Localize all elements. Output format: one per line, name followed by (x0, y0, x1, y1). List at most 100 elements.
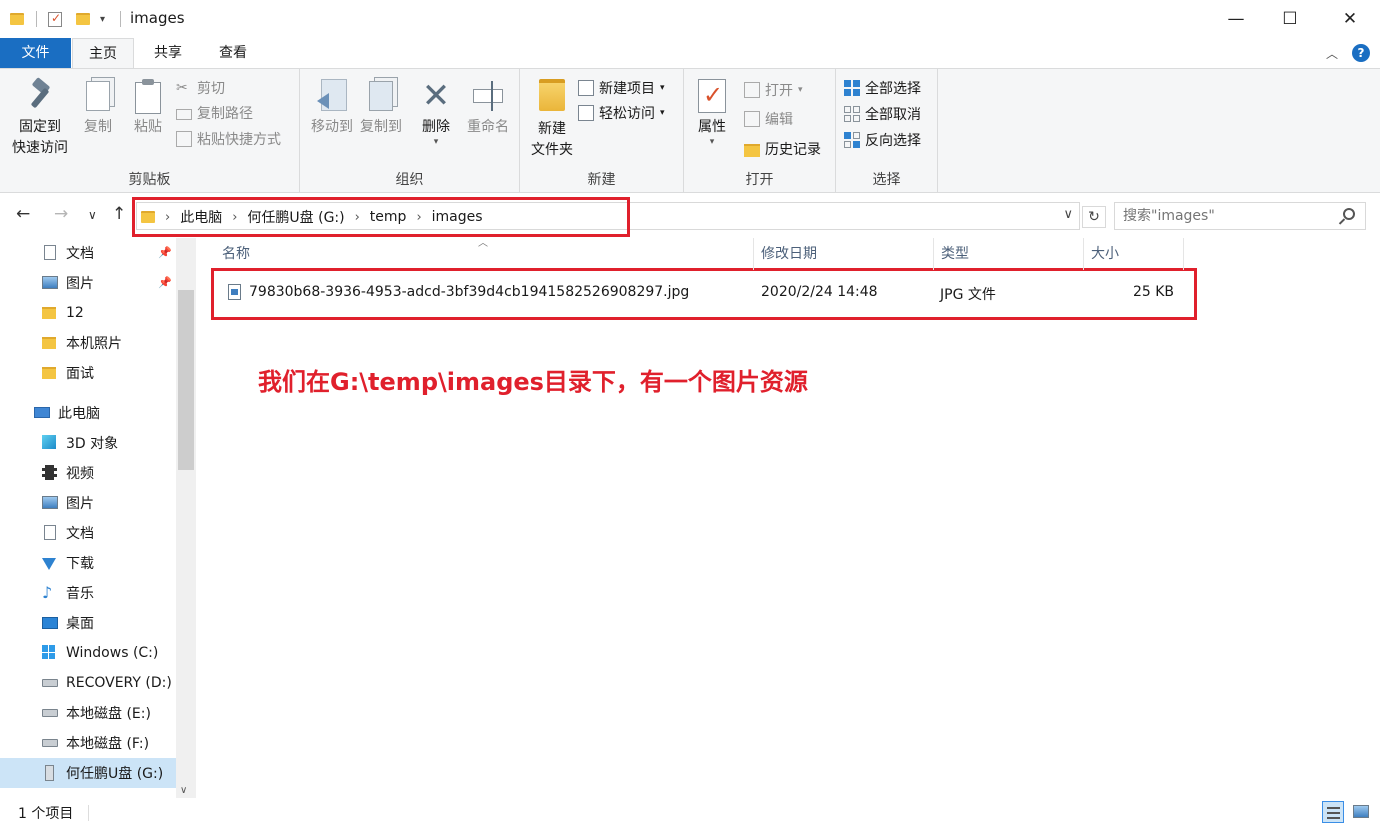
copy-path-button[interactable]: 复制路径 (176, 101, 253, 125)
nav-drive-g[interactable]: 何任鹏U盘 (G:) (0, 758, 178, 788)
column-header-type[interactable]: 类型 (933, 238, 1083, 270)
open-button[interactable]: 打开 ▾ (744, 78, 803, 102)
new-item-button[interactable]: 新建项目 ▾ (578, 76, 665, 100)
nav-drive-d[interactable]: RECOVERY (D:) (0, 668, 178, 698)
pinned-icon: 📌 (158, 246, 172, 259)
nav-drive-e[interactable]: 本地磁盘 (E:) (0, 698, 178, 728)
large-icons-icon (1353, 805, 1369, 818)
organize-group-label: 组织 (395, 172, 424, 188)
nav-quick-local-photos[interactable]: 本机照片 (0, 328, 178, 358)
properties-check-icon: ✓ (695, 77, 729, 115)
search-input[interactable] (1123, 204, 1333, 228)
nav-scroll-thumb[interactable] (178, 290, 194, 470)
tab-home[interactable]: 主页 (72, 38, 134, 68)
file-date: 2020/2/24 14:48 (761, 284, 878, 300)
new-folder-quick-icon[interactable] (76, 8, 90, 30)
nav-this-pc[interactable]: 此电脑 (0, 398, 178, 428)
address-dropdown-chevron-icon[interactable]: ∨ (1063, 207, 1073, 222)
nav-quick-pictures[interactable]: 图片 📌 (0, 268, 178, 298)
nav-label: 本地磁盘 (F:) (66, 736, 150, 752)
status-bar: 1 个项目 (0, 798, 1380, 827)
back-arrow-icon[interactable]: ← (16, 204, 30, 224)
rename-label: 重命名 (467, 119, 509, 135)
nav-downloads[interactable]: 下载 (0, 548, 178, 578)
nav-videos[interactable]: 视频 (0, 458, 178, 488)
nav-label: 文档 (66, 246, 94, 262)
scroll-down-chevron-icon[interactable]: ∨ (180, 785, 187, 796)
nav-desktop[interactable]: 桌面 (0, 608, 178, 638)
nav-drive-c[interactable]: Windows (C:) (0, 638, 178, 668)
tab-view[interactable]: 查看 (203, 38, 263, 68)
up-arrow-icon[interactable]: ↑ (112, 204, 126, 224)
move-to-button[interactable]: 移动到 (304, 77, 360, 138)
nav-label: 面试 (66, 366, 94, 382)
refresh-button[interactable]: ↻ (1082, 206, 1106, 228)
collapse-ribbon-icon[interactable]: ︿ (1326, 45, 1338, 62)
nav-label: RECOVERY (D:) (66, 675, 172, 691)
search-box[interactable] (1114, 202, 1366, 230)
nav-documents[interactable]: 文档 (0, 518, 178, 548)
tab-file[interactable]: 文件 (0, 38, 71, 68)
search-icon[interactable] (1343, 208, 1355, 220)
nav-quick-documents[interactable]: 文档 📌 (0, 238, 178, 268)
copy-to-label: 复制到 (360, 119, 402, 135)
delete-button[interactable]: ✕ 删除 ▾ (416, 77, 456, 147)
recent-locations-chevron-icon[interactable]: ∨ (88, 208, 97, 222)
item-count: 1 个项目 (18, 806, 74, 822)
delete-dropdown-icon: ▾ (433, 137, 439, 147)
new-item-dropdown-icon: ▾ (660, 83, 665, 93)
3d-objects-icon (42, 435, 58, 451)
properties-button[interactable]: ✓ 属性 ▾ (690, 77, 734, 147)
copy-button[interactable]: 复制 (76, 77, 120, 138)
nav-label: 12 (66, 305, 84, 321)
nav-quick-interview[interactable]: 面试 (0, 358, 178, 388)
delete-label: 删除 (422, 119, 450, 135)
nav-label: 文档 (66, 526, 94, 542)
new-folder-icon (535, 79, 569, 117)
properties-dropdown-icon: ▾ (709, 137, 715, 147)
history-button[interactable]: 历史记录 (744, 137, 821, 161)
ribbon: 固定到 快速访问 复制 粘贴 ✂ 剪切 复制路径 粘贴快捷方式 剪贴板 移动到 (0, 68, 1380, 193)
pin-label-2: 快速访问 (12, 140, 68, 156)
new-group-label: 新建 (587, 172, 616, 188)
nav-quick-folder-12[interactable]: 12 (0, 298, 178, 328)
large-icons-view-button[interactable] (1350, 801, 1372, 823)
details-view-button[interactable] (1322, 801, 1344, 823)
properties-quick-icon[interactable]: ✓ (48, 8, 62, 30)
paste-button[interactable]: 粘贴 (126, 77, 170, 138)
paste-shortcut-button[interactable]: 粘贴快捷方式 (176, 127, 281, 151)
nav-music[interactable]: ♪ 音乐 (0, 578, 178, 608)
column-header-size[interactable]: 大小 (1083, 238, 1183, 270)
select-all-label: 全部选择 (865, 81, 921, 97)
nav-3d-objects[interactable]: 3D 对象 (0, 428, 178, 458)
new-folder-button[interactable]: 新建 文件夹 (524, 77, 580, 161)
easy-access-button[interactable]: 轻松访问 ▾ (578, 101, 665, 125)
video-icon (42, 465, 58, 481)
tab-share[interactable]: 共享 (138, 38, 198, 68)
help-icon[interactable]: ? (1352, 44, 1370, 62)
usb-drive-icon (42, 765, 58, 781)
copy-to-button[interactable]: 复制到 (356, 77, 406, 138)
column-header-name[interactable]: 名称 (214, 238, 754, 270)
select-none-button[interactable]: 全部取消 (844, 102, 921, 126)
invert-selection-button[interactable]: 反向选择 (844, 128, 921, 152)
nav-drive-f[interactable]: 本地磁盘 (F:) (0, 728, 178, 758)
drive-icon (42, 705, 58, 721)
edit-button[interactable]: 编辑 (744, 107, 793, 131)
nav-scrollbar[interactable]: ∨ (176, 238, 196, 798)
windows-drive-icon (42, 645, 58, 661)
close-button[interactable]: ✕ (1336, 6, 1364, 32)
forward-arrow-icon[interactable]: → (54, 204, 68, 224)
column-header-date[interactable]: 修改日期 (753, 238, 933, 270)
cut-button[interactable]: ✂ 剪切 (176, 76, 225, 100)
select-all-button[interactable]: 全部选择 (844, 76, 921, 100)
rename-button[interactable]: 重命名 (462, 77, 514, 138)
pin-quick-access-button[interactable]: 固定到 快速访问 (6, 77, 74, 159)
customize-quick-access-icon[interactable]: ▾ (100, 8, 105, 30)
nav-pictures[interactable]: 图片 (0, 488, 178, 518)
minimize-button[interactable]: — (1222, 6, 1250, 32)
address-highlight-box (132, 197, 630, 237)
select-all-icon (844, 80, 860, 96)
maximize-button[interactable]: ☐ (1276, 6, 1304, 32)
table-row[interactable]: 79830b68-3936-4953-adcd-3bf39d4cb1941582… (218, 276, 1192, 310)
